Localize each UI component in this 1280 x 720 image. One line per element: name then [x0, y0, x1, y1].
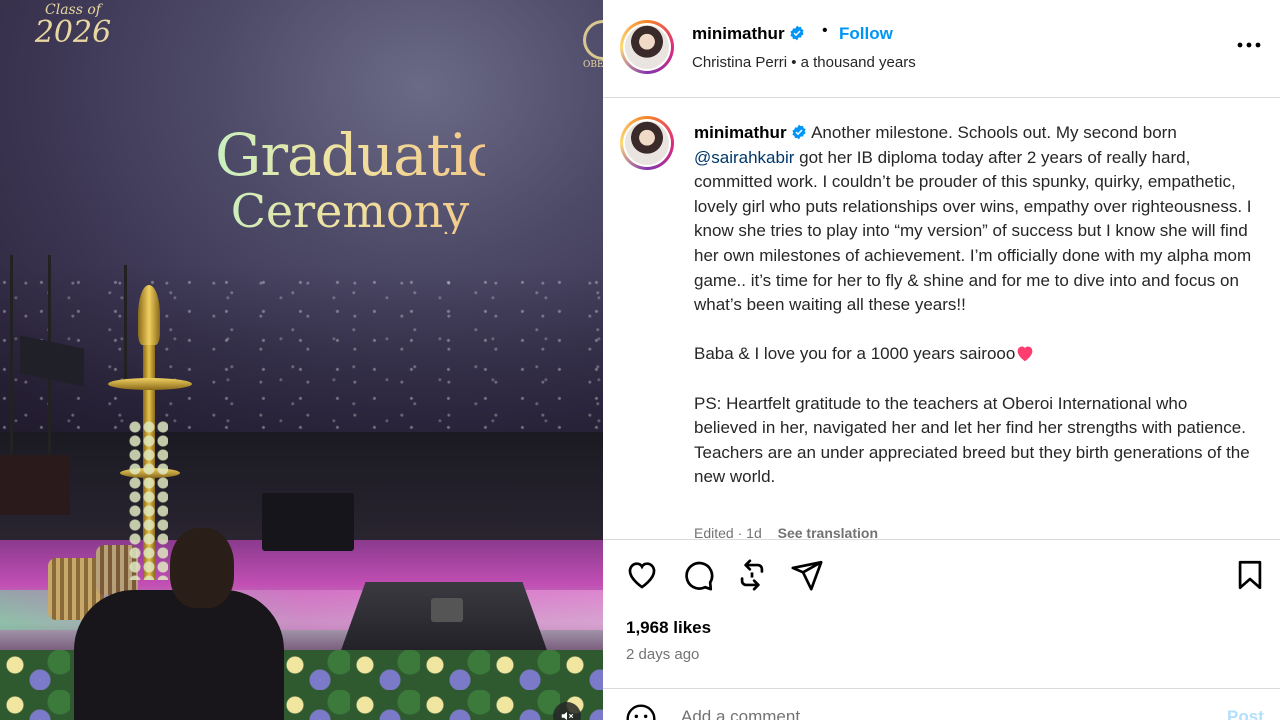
see-translation-link[interactable]: See translation	[778, 525, 878, 539]
follow-button[interactable]: Follow	[839, 24, 893, 44]
post-media[interactable]: Class of 2026 OBE Graduation Ceremony	[0, 0, 603, 720]
verified-icon	[790, 25, 804, 41]
photographer	[74, 528, 284, 720]
author-name-row: minimathur	[692, 24, 805, 44]
mic-stand	[10, 255, 13, 485]
meta-dot: ·	[737, 525, 743, 539]
caption-meta: Edited · 1d See translation	[694, 525, 878, 539]
caption-age: 1d	[746, 525, 762, 539]
oberoi-logo: OBE	[583, 20, 603, 100]
post-timestamp: 2 days ago	[626, 646, 700, 663]
caption-username[interactable]: minimathur	[694, 123, 787, 142]
audio-track[interactable]: Christina Perri • a thousand years	[692, 54, 916, 71]
caption-section: minimathur Another milestone. Schools ou…	[603, 99, 1280, 539]
post-details-panel: minimathur • Follow Christina Perri • a …	[603, 0, 1280, 720]
author-username[interactable]: minimathur	[692, 24, 785, 43]
oberoi-logo-text: OBE	[583, 60, 603, 70]
brass-lamp-top	[138, 285, 160, 345]
comment-input[interactable]	[681, 707, 1201, 720]
heart-emoji-icon	[1017, 346, 1033, 362]
caption-author-avatar[interactable]	[620, 116, 674, 170]
more-options-icon[interactable]	[1231, 30, 1267, 60]
like-icon[interactable]	[625, 558, 659, 592]
caption-text: minimathur Another milestone. Schools ou…	[694, 121, 1254, 490]
instrument	[0, 455, 70, 515]
emoji-icon[interactable]	[625, 703, 657, 720]
caption-ps: PS: Heartfelt gratitude to the teachers …	[694, 393, 1250, 487]
comment-bar: Post	[603, 688, 1280, 720]
share-icon[interactable]	[790, 558, 824, 592]
header-separator: •	[822, 22, 828, 39]
author-avatar[interactable]	[620, 20, 674, 74]
edited-label: Edited	[694, 525, 734, 539]
brass-lamp-plate	[108, 378, 192, 390]
comment-icon[interactable]	[681, 558, 715, 592]
mute-icon	[561, 711, 574, 720]
graduation-ceremony-title: Graduation Ceremony	[215, 126, 485, 234]
logo-line2: 2026	[34, 15, 112, 50]
screen-title-line2: Ceremony	[230, 184, 470, 238]
screen-title-line1: Graduation	[215, 121, 537, 189]
verified-icon	[792, 124, 806, 140]
repost-icon[interactable]	[735, 558, 769, 592]
post-comment-button[interactable]: Post	[1227, 707, 1264, 720]
save-icon[interactable]	[1233, 558, 1267, 592]
class-of-2026-logo: Class of 2026	[28, 0, 118, 62]
likes-count[interactable]: 1,968 likes	[626, 618, 711, 638]
caption-body-start: Another milestone. Schools out. My secon…	[811, 123, 1182, 142]
post-actions: 1,968 likes 2 days ago Post	[603, 539, 1280, 720]
mic-stand	[124, 265, 127, 385]
caption-body-main: got her IB diploma today after 2 years o…	[694, 147, 1252, 364]
mention-link[interactable]: @sairahkabir	[694, 148, 794, 167]
post-header: minimathur • Follow Christina Perri • a …	[603, 0, 1280, 98]
